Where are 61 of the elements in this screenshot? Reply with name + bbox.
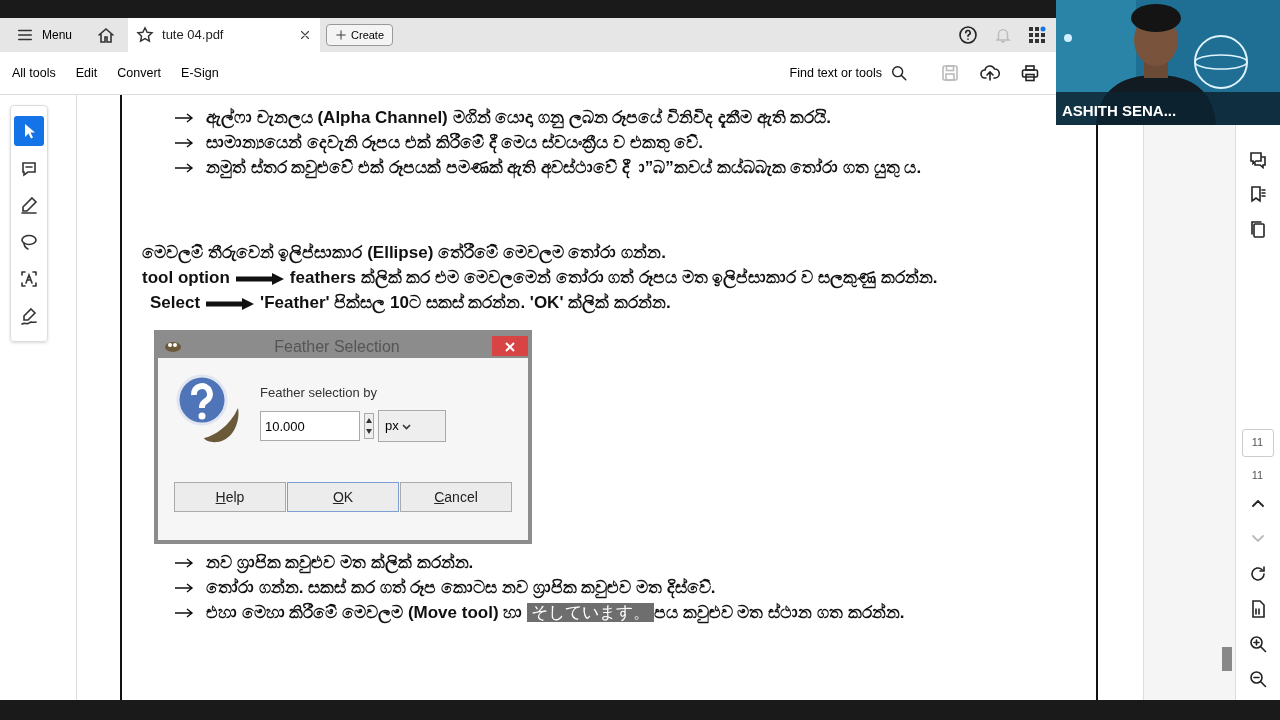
arrow-icon — [174, 608, 194, 618]
sign-icon — [19, 306, 39, 326]
step-label: Select — [150, 293, 201, 312]
find-tools-button[interactable]: Find text or tools — [783, 62, 914, 84]
bullet-text: පය කවුළුව මත ස්ථාන ගත කරන්න. — [654, 603, 905, 622]
thick-arrow-icon — [235, 272, 284, 285]
dialog-button[interactable]: OK — [287, 482, 399, 512]
comments-icon — [1247, 149, 1268, 170]
arrow-icon — [174, 583, 194, 593]
star-icon — [136, 26, 155, 44]
pen-icon — [19, 195, 39, 215]
dialog-button[interactable]: Cancel — [400, 482, 512, 512]
spin-arrows-icon[interactable] — [364, 413, 374, 439]
search-icon — [890, 64, 908, 82]
bullet-text: නව ග්‍රාපික කවුළුව මත ක්ලික් කරන්න. — [206, 552, 474, 575]
upload-icon[interactable] — [980, 63, 1000, 83]
home-icon — [96, 25, 117, 45]
paragraph-text: මෙවලම් තීරුවෙන් ඉලිප්සාකාර (Ellipse) තේරීමේ මෙවලම තෝරා ගන්න. — [142, 241, 667, 265]
number-field[interactable]: 10.000 — [260, 411, 360, 441]
print-icon[interactable] — [1020, 63, 1040, 83]
close-button[interactable] — [492, 336, 528, 356]
toolbar-menu-item[interactable]: Convert — [111, 62, 168, 84]
scrollbar-thumb[interactable] — [1222, 647, 1232, 671]
step-text: feathers ක්ලික් කර එම මෙවලමෙන් තෝරා ගත් රූපය මත ඉලිප්සාකාර ව සලකුණු කරන්න. — [289, 268, 938, 287]
arrow-icon — [174, 163, 194, 173]
document-tab[interactable]: tute 04.pdf — [128, 18, 321, 52]
arrow-icon — [174, 113, 194, 123]
lasso-icon — [19, 232, 39, 252]
help-icon[interactable] — [958, 25, 978, 45]
bullet-text: සාමාන්‍යයෙන් දෙවැනි රූපය එක් කිරීමේ දී මෙය ස්වයංක්‍රීය ව එකතු වේ. — [206, 131, 703, 155]
bullet-text: නමුත් ස්තර කවුළුවේ එක් රූපයක් පමණක් ඇති අවස්ථාවේ දී ා”බ”කවය් කය්බබැක තෝරා ගත යුතු ය. — [206, 157, 922, 180]
zoom-out-icon — [1247, 668, 1268, 689]
toolbar-menu-item[interactable]: All tools — [6, 62, 62, 84]
arrow-icon — [174, 138, 194, 148]
bullet-text: එහා මෙහා කිරීමේ මෙවලම (Move tool) හා — [206, 603, 523, 622]
select-tool-button[interactable] — [14, 116, 44, 146]
toolbar-menu-item[interactable]: E-Sign — [175, 62, 225, 84]
bullet-text: ඇල්ෆා චැනලය (Alpha Channel) මගින් යොදා ගනු ලබන රූපයේ විනිවිද දැකීම ඇති කරයි. — [206, 107, 832, 130]
textselect-icon — [19, 269, 39, 289]
caret-icon — [402, 423, 412, 430]
step-text: 'Feather' පික්සල 10ට සකස් කරන්න. 'OK' ක්ලික් කරන්න. — [260, 293, 671, 312]
participant-name: ASHITH SENA... — [1062, 101, 1177, 121]
thick-arrow-icon — [206, 297, 255, 310]
toolbar-menu-item[interactable]: Edit — [69, 62, 104, 84]
zoom-in-icon — [1247, 633, 1268, 654]
field-label: Feather selection by — [260, 384, 379, 402]
step-label: tool option — [142, 268, 230, 287]
page-count: 11 — [1251, 467, 1264, 483]
app-icon — [164, 339, 182, 353]
bullet-text: තෝරා ගන්න. සකස් කර ගත් රූප කොටස නව ග්‍රාපික කවුළුව මත දිස්වේ. — [206, 577, 716, 600]
dialog-button[interactable]: Help — [174, 482, 286, 512]
create-button[interactable]: Create — [326, 23, 394, 47]
plus-icon — [335, 29, 348, 41]
menu-button[interactable]: Menu — [0, 25, 89, 45]
close-icon — [505, 342, 515, 353]
arrow-icon — [174, 558, 194, 568]
caption-text: そしています。 — [527, 603, 655, 622]
page-number-field[interactable]: 11 — [1241, 428, 1274, 457]
apps-grid-icon[interactable] — [1028, 26, 1046, 44]
tab-title: tute 04.pdf — [162, 26, 225, 45]
unit-dropdown[interactable]: px — [378, 410, 446, 442]
